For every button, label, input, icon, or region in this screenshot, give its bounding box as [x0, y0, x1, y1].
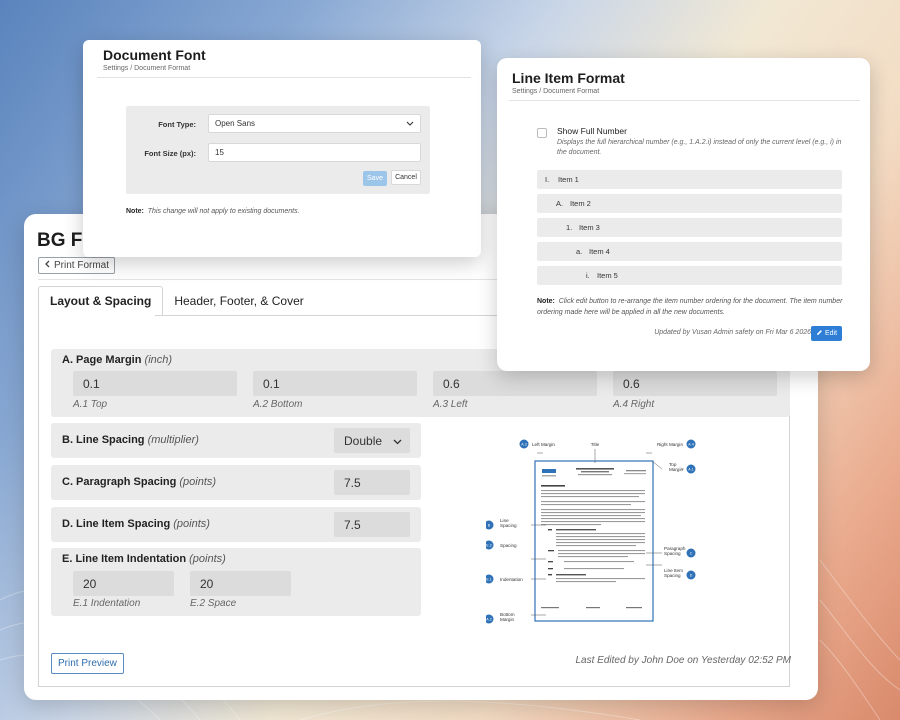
label-spacing: Spacing — [500, 543, 517, 548]
list-item: i. Item 5 — [537, 266, 842, 285]
print-preview-button[interactable]: Print Preview — [51, 653, 124, 674]
margin-left-input[interactable]: 0.6 — [433, 371, 597, 396]
indentation-label: E.1 Indentation — [73, 598, 141, 609]
line-spacing-section: B. Line Spacing (multiplier) Double — [51, 423, 421, 458]
label-indentation: Indentation — [500, 577, 523, 582]
badge-text-indentation: E.1 — [486, 578, 491, 582]
space-label: E.2 Space — [190, 598, 237, 609]
chevron-down-icon — [406, 119, 414, 128]
document-layout-diagram: A.3 Left Margin Title A.4 Right Margin A.1 Top… — [486, 439, 696, 624]
paragraph-spacing-input[interactable]: 7.5 — [334, 470, 410, 495]
cancel-button[interactable]: Cancel — [391, 170, 421, 185]
divider — [97, 77, 471, 78]
margin-top-label: A.1 Top — [73, 399, 108, 410]
line-spacing-select[interactable]: Double — [334, 428, 410, 453]
space-input[interactable]: 20 — [190, 571, 291, 596]
edit-button[interactable]: Edit — [811, 326, 842, 341]
label-title: Title — [591, 442, 600, 447]
show-full-number-checkbox[interactable] — [537, 128, 547, 138]
updated-by-text: Updated by Vusan Admin safety on Fri Mar… — [654, 329, 811, 336]
indentation-input[interactable]: 20 — [73, 571, 174, 596]
last-edited-text: Last Edited by John Doe on Yesterday 02:… — [575, 655, 791, 666]
line-item-format-card: Line Item Format Settings / Document For… — [497, 58, 870, 371]
label-line-item-spacing: Line Item Spacing — [664, 568, 683, 578]
show-full-number-label: Show Full Number — [557, 126, 627, 136]
line-item-note: Note: Click edit button to re-arrange th… — [537, 298, 843, 316]
badge-text-top-margin: A.1 — [688, 468, 693, 472]
back-to-print-format-button[interactable]: Print Format — [38, 257, 116, 274]
font-size-label: Font Size (px): — [144, 149, 196, 158]
divider — [509, 100, 860, 101]
paragraph-spacing-title: C. Paragraph Spacing (points) — [62, 476, 217, 488]
label-right-margin: Right Margin — [657, 442, 683, 447]
list-item: 1. Item 3 — [537, 218, 842, 237]
save-button[interactable]: Save — [363, 171, 387, 186]
list-item: I. Item 1 — [537, 170, 842, 189]
badge-text-line-item-spacing: D — [690, 574, 693, 578]
badge-text-spacing: E.2 — [486, 544, 491, 548]
chevron-left-icon — [44, 260, 51, 271]
tab-layout-spacing[interactable]: Layout & Spacing — [38, 286, 164, 316]
document-font-breadcrumb: Settings / Document Format — [103, 65, 191, 72]
line-item-spacing-input[interactable]: 7.5 — [334, 512, 410, 537]
label-bottom-margin: Bottom Margin — [500, 612, 515, 622]
line-item-format-title: Line Item Format — [512, 70, 625, 86]
list-item: A. Item 2 — [537, 194, 842, 213]
line-item-indentation-title: E. Line Item Indentation (points) — [62, 553, 226, 565]
tab-bar: Layout & Spacing Header, Footer, & Cover — [38, 286, 315, 316]
font-type-label: Font Type: — [158, 120, 196, 129]
line-item-format-breadcrumb: Settings / Document Format — [512, 88, 600, 95]
badge-text-paragraph-spacing: C — [690, 552, 693, 556]
tab-header-footer-cover[interactable]: Header, Footer, & Cover — [163, 286, 314, 316]
font-type-select[interactable]: Open Sans — [208, 114, 421, 133]
paragraph-spacing-section: C. Paragraph Spacing (points) 7.5 — [51, 465, 421, 500]
badge-text-left-margin: A.3 — [521, 443, 526, 447]
list-item: a. Item 4 — [537, 242, 842, 261]
font-size-input[interactable]: 15 — [208, 143, 421, 162]
margin-right-label: A.4 Right — [613, 399, 655, 410]
margin-bottom-label: A.2 Bottom — [253, 399, 303, 410]
label-top-margin: Top Margin — [669, 462, 683, 472]
label-left-margin: Left Margin — [532, 442, 555, 447]
pencil-icon — [816, 329, 823, 338]
badge-text-bottom-margin: A.2 — [486, 618, 491, 622]
page-margin-title: A. Page Margin (inch) — [62, 354, 173, 366]
line-item-indentation-section: E. Line Item Indentation (points) 20 E.1… — [51, 548, 421, 616]
margin-top-input[interactable]: 0.1 — [73, 371, 237, 396]
document-font-card: Document Font Settings / Document Format… — [83, 40, 481, 257]
label-paragraph-spacing: Paragraph Spacing — [664, 546, 686, 556]
badge-text-right-margin: A.4 — [688, 443, 693, 447]
line-item-spacing-section: D. Line Item Spacing (points) 7.5 — [51, 507, 421, 542]
show-full-number-description: Displays the full hierarchical number (e… — [557, 139, 842, 156]
line-item-spacing-title: D. Line Item Spacing (points) — [62, 518, 210, 530]
font-note: Note: This change will not apply to exis… — [126, 208, 300, 215]
label-line-spacing: Line Spacing — [500, 518, 517, 528]
chevron-down-icon — [393, 434, 402, 448]
back-button-label: Print Format — [54, 260, 110, 271]
margin-right-input[interactable]: 0.6 — [613, 371, 777, 396]
line-spacing-title: B. Line Spacing (multiplier) — [62, 434, 199, 446]
document-font-title: Document Font — [103, 47, 206, 63]
margin-bottom-input[interactable]: 0.1 — [253, 371, 417, 396]
margin-left-label: A.3 Left — [433, 399, 468, 410]
